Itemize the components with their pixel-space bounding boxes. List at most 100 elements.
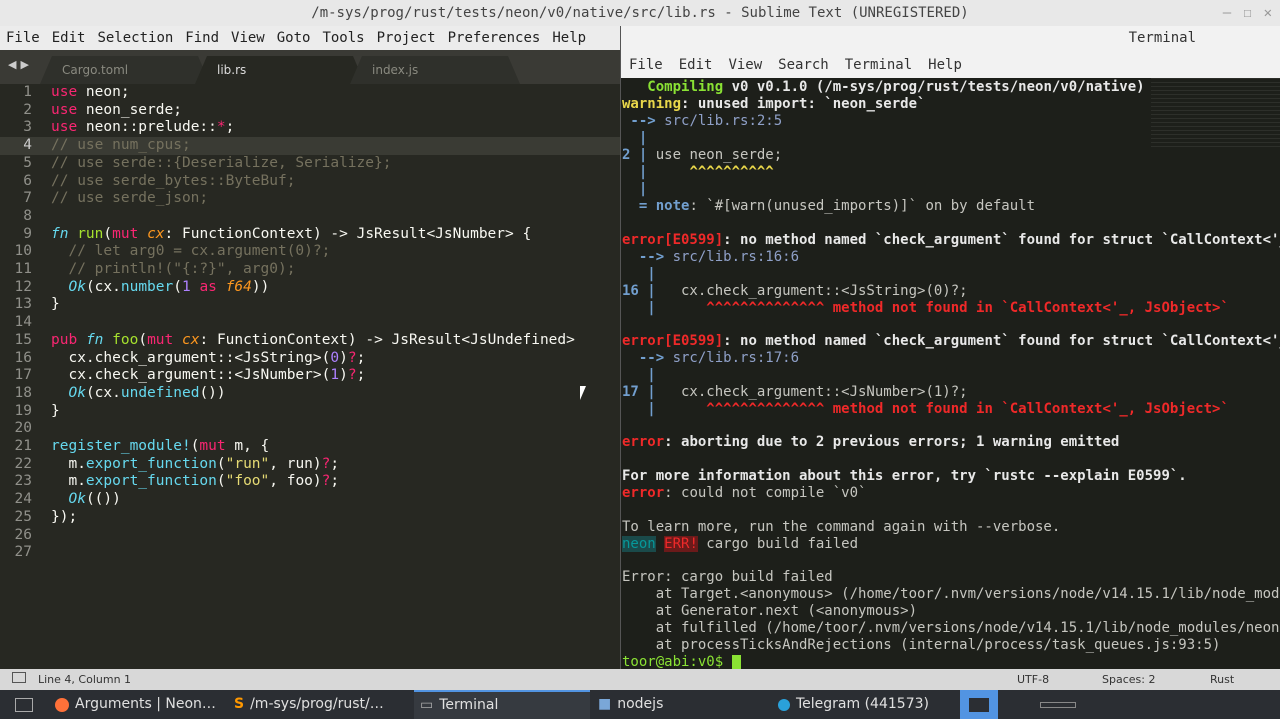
term-line: For more information about this error, t…	[622, 468, 1187, 484]
code-line: 6// use serde_bytes::ByteBuf;	[23, 172, 296, 189]
menu-help[interactable]: Help	[546, 30, 592, 46]
term-menu-help[interactable]: Help	[920, 57, 970, 73]
term-line: error[E0599]: no method named `check_arg…	[622, 232, 1280, 248]
menu-goto[interactable]: Goto	[271, 30, 317, 46]
tray-area	[1040, 690, 1078, 719]
menu-selection[interactable]: Selection	[91, 30, 179, 46]
term-menu-view[interactable]: View	[720, 57, 770, 73]
indentation[interactable]: Spaces: 2	[1102, 673, 1155, 686]
tab-lib-rs[interactable]: lib.rs	[195, 56, 365, 84]
code-line: 15 pub fn foo(mut cx: FunctionContext) ->…	[14, 331, 575, 348]
code-line: 22 m.export_function("run", run)?;	[14, 455, 340, 472]
tab-index-js[interactable]: index.js	[350, 56, 520, 84]
term-line: --> src/lib.rs:16:6	[622, 249, 800, 265]
code-line: 20	[14, 420, 32, 437]
term-line: |	[622, 367, 656, 383]
code-line: 21 register_module!(mut m, {	[14, 438, 270, 454]
menu-project[interactable]: Project	[371, 30, 442, 46]
taskbar-label: /m-sys/prog/rust/…	[250, 696, 384, 712]
menu-preferences[interactable]: Preferences	[442, 30, 547, 46]
maximize-icon[interactable]: ☐	[1243, 0, 1251, 26]
term-line: | ^^^^^^^^^^	[622, 164, 774, 180]
term-line: --> src/lib.rs:2:5	[622, 113, 783, 129]
taskbar-item-sublime[interactable]: S/m-sys/prog/rust/…	[234, 690, 409, 719]
code-line: 10 // let arg0 = cx.argument(0)?;	[14, 243, 331, 260]
terminal-menu-bar: File Edit View Search Terminal Help	[621, 52, 1280, 78]
term-line: To learn more, run the command again wit…	[622, 519, 1061, 535]
term-line: error[E0599]: no method named `check_arg…	[622, 333, 1280, 349]
code-line-current: 4// use num_cpus;	[0, 137, 620, 155]
menu-view[interactable]: View	[225, 30, 271, 46]
sublime-icon: S	[234, 696, 245, 712]
taskbar-label: Terminal	[439, 697, 499, 713]
code-line: 27	[14, 544, 32, 561]
term-line: Error: cargo build failed	[622, 569, 833, 585]
syntax[interactable]: Rust	[1210, 673, 1234, 686]
menu-file[interactable]: File	[0, 30, 46, 46]
terminal-window: Terminal File Edit View Search Terminal …	[620, 26, 1280, 669]
taskbar-item-firefox[interactable]: Arguments | Neon…	[55, 690, 225, 719]
term-line: --> src/lib.rs:17:6	[622, 350, 800, 366]
tab-nav-arrows-icon[interactable]: ◀▶	[8, 58, 33, 71]
menu-tools[interactable]: Tools	[316, 30, 370, 46]
show-desktop-button[interactable]	[0, 690, 48, 719]
term-line: |	[622, 130, 648, 146]
taskbar-item-nodejs[interactable]: ■ nodejs	[598, 690, 768, 719]
taskbar-label: Telegram (441573)	[796, 696, 929, 712]
code-line: 2 use neon_serde;	[23, 101, 182, 118]
telegram-icon	[778, 698, 790, 711]
term-menu-search[interactable]: Search	[770, 57, 837, 73]
code-line: 1 use neon;	[23, 84, 130, 100]
window-title: /m-sys/prog/rust/tests/neon/v0/native/sr…	[0, 0, 1280, 26]
window-title-text: /m-sys/prog/rust/tests/neon/v0/native/sr…	[311, 5, 969, 21]
workspace-switcher[interactable]	[960, 690, 998, 719]
taskbar: Arguments | Neon… S/m-sys/prog/rust/… ▭ T…	[0, 690, 1280, 719]
term-line: error: could not compile `v0`	[622, 485, 867, 501]
taskbar-item-telegram[interactable]: Telegram (441573)	[778, 690, 953, 719]
term-line: at processTicksAndRejections (internal/p…	[622, 637, 1221, 653]
firefox-icon	[55, 697, 69, 712]
close-icon[interactable]: ✕	[1264, 0, 1272, 26]
term-line: at fulfilled (/home/toor/.nvm/versions/n…	[622, 620, 1280, 636]
code-line: 26	[14, 526, 32, 543]
taskbar-label: Arguments | Neon…	[75, 696, 216, 712]
term-line: Compiling v0 v0.1.0 (/m-sys/prog/rust/te…	[647, 79, 1145, 95]
minimize-icon[interactable]: —	[1223, 0, 1231, 26]
code-line: 18 Ok(cx.undefined())	[14, 384, 226, 401]
term-line: error: aborting due to 2 previous errors…	[622, 434, 1120, 450]
encoding[interactable]: UTF-8	[1017, 673, 1049, 686]
menu-edit[interactable]: Edit	[46, 30, 92, 46]
code-line: 19}	[14, 402, 60, 419]
code-line: 11 // println!("{:?}", arg0);	[14, 261, 296, 277]
term-line: 16 | cx.check_argument::<JsString>(0)?;	[622, 283, 968, 299]
term-line: at Target.<anonymous> (/home/toor/.nvm/v…	[622, 586, 1280, 602]
folder-icon: ■	[598, 696, 612, 712]
term-line: = note: `#[warn(unused_imports)]` on by …	[638, 198, 1036, 214]
term-line: 17 | cx.check_argument::<JsNumber>(1)?;	[622, 384, 968, 400]
code-line: 17 cx.check_argument::<JsNumber>(1)?;	[14, 367, 366, 384]
term-line: warning: unused import: `neon_serde`	[622, 96, 926, 112]
code-line: 25});	[14, 508, 78, 525]
panel-toggle-icon[interactable]	[12, 672, 26, 683]
terminal-output[interactable]: Compiling v0 v0.1.0 (/m-sys/prog/rust/te…	[621, 78, 1280, 669]
terminal-icon: ▭	[420, 697, 434, 713]
menu-find[interactable]: Find	[179, 30, 225, 46]
term-line: neon ERR! cargo build failed	[622, 536, 859, 552]
desktop-icon	[15, 697, 33, 712]
status-bar: Line 4, Column 1 UTF-8 Spaces: 2 Rust	[0, 669, 1280, 690]
term-line: | ^^^^^^^^^^^^^^ method not found in `Ca…	[622, 401, 1229, 417]
term-menu-file[interactable]: File	[621, 57, 671, 73]
term-line: |	[622, 266, 656, 282]
term-menu-edit[interactable]: Edit	[671, 57, 721, 73]
tab-bar: ◀▶ Cargo.toml lib.rs index.js	[0, 50, 620, 84]
tab-cargo-toml[interactable]: Cargo.toml	[40, 56, 210, 84]
code-line: 12 Ok(cx.number(1 as f64))	[14, 278, 270, 295]
term-menu-terminal[interactable]: Terminal	[837, 57, 920, 73]
code-editor[interactable]: 1 use neon; 2 use neon_serde; 3 use neon::p…	[0, 84, 620, 669]
terminal-title: Terminal	[621, 26, 1280, 52]
code-line: 7// use serde_json;	[23, 190, 209, 207]
taskbar-item-terminal[interactable]: ▭ Terminal	[414, 690, 590, 719]
term-prompt[interactable]: toor@abi:v0$	[622, 654, 741, 669]
code-line: 14	[14, 314, 32, 331]
cursor-position[interactable]: Line 4, Column 1	[38, 673, 131, 686]
